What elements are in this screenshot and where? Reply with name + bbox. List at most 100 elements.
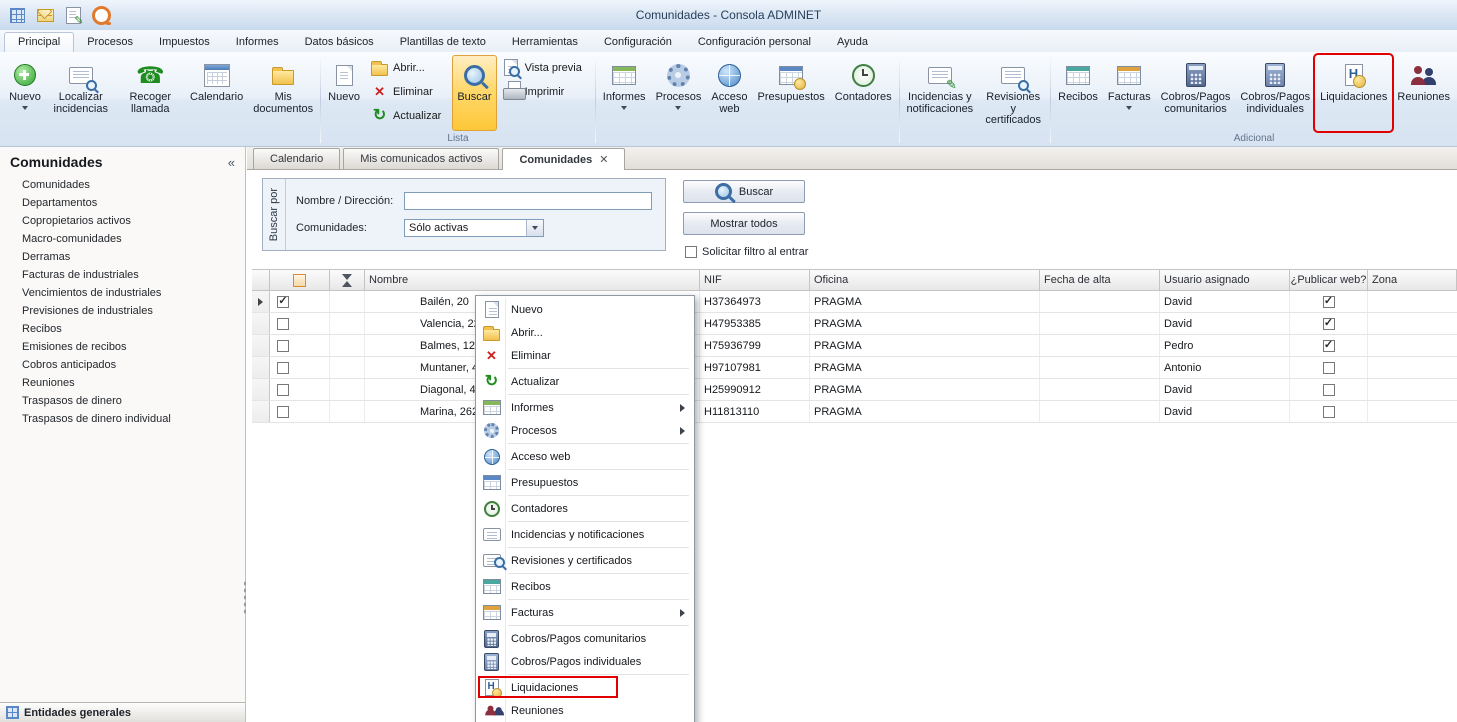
nuevo-quick-button[interactable]: Nuevo xyxy=(4,55,46,131)
presupuestos-button[interactable]: Presupuestos xyxy=(753,55,830,131)
context-menu-item-informes[interactable]: Informes xyxy=(478,396,692,419)
sidebar-item-recibos[interactable]: Recibos xyxy=(0,320,245,338)
sidebar-item-macro-comunidades[interactable]: Macro-comunidades xyxy=(0,230,245,248)
reuniones-button[interactable]: Reuniones xyxy=(1392,55,1455,131)
sidebar-item-comunidades[interactable]: Comunidades xyxy=(0,176,245,194)
sidebar-item-previsiones-de-industriales[interactable]: Previsiones de industriales xyxy=(0,302,245,320)
sidebar-item-traspasos-de-dinero-individual[interactable]: Traspasos de dinero individual xyxy=(0,410,245,428)
row-checkbox[interactable] xyxy=(277,406,289,418)
table-row[interactable]: Bailén, 20 H37364973 PRAGMA David xyxy=(252,291,1457,313)
tab-impuestos[interactable]: Impuestos xyxy=(146,33,223,52)
column-header-oficina[interactable]: Oficina xyxy=(810,270,1040,290)
solicitar-filtro-checkbox-row[interactable]: Solicitar filtro al entrar xyxy=(685,246,808,258)
doc-tab-comunidades[interactable]: Comunidades xyxy=(502,148,625,170)
mail-icon[interactable] xyxy=(34,4,56,26)
sidebar-item-departamentos[interactable]: Departamentos xyxy=(0,194,245,212)
sidebar-item-traspasos-de-dinero[interactable]: Traspasos de dinero xyxy=(0,392,245,410)
column-header-usuario-asignado[interactable]: Usuario asignado xyxy=(1160,270,1290,290)
calendario-button[interactable]: Calendario xyxy=(185,55,248,131)
solicitar-filtro-checkbox[interactable] xyxy=(685,246,697,258)
row-checkbox[interactable] xyxy=(277,384,289,396)
buscar-ribbon-button[interactable]: Buscar xyxy=(452,55,496,131)
row-checkbox[interactable] xyxy=(277,362,289,374)
name-address-input[interactable] xyxy=(404,192,652,210)
context-menu-item-eliminar[interactable]: Eliminar xyxy=(478,344,692,367)
communities-dropdown[interactable]: Sólo activas xyxy=(404,219,544,237)
tab-ayuda[interactable]: Ayuda xyxy=(824,33,881,52)
context-menu-item-liquidaciones[interactable]: Liquidaciones xyxy=(478,676,692,699)
nuevo-lista-button[interactable]: Nuevo xyxy=(323,55,365,131)
context-menu-item-cobros-pagos-individuales[interactable]: Cobros/Pagos individuales xyxy=(478,650,692,673)
recoger-llamada-button[interactable]: Recoger llamada xyxy=(116,55,186,131)
sidebar-item-facturas-de-industriales[interactable]: Facturas de industriales xyxy=(0,266,245,284)
context-menu-item-cobros-pagos-comunitarios[interactable]: Cobros/Pagos comunitarios xyxy=(478,627,692,650)
sidebar-item-cobros-anticipados[interactable]: Cobros anticipados xyxy=(0,356,245,374)
publicar-web-checkbox[interactable] xyxy=(1323,406,1335,418)
column-header-nif[interactable]: NIF xyxy=(700,270,810,290)
vista-previa-button[interactable]: Vista previa xyxy=(499,57,591,78)
tab-herramientas[interactable]: Herramientas xyxy=(499,33,591,52)
column-header-zona[interactable]: Zona xyxy=(1368,270,1456,290)
facturas-button[interactable]: Facturas xyxy=(1103,55,1156,131)
tab-configuracion-personal[interactable]: Configuración personal xyxy=(685,33,824,52)
publicar-web-checkbox[interactable] xyxy=(1323,362,1335,374)
localizar-incidencias-button[interactable]: Localizar incidencias xyxy=(46,55,116,131)
publicar-web-checkbox[interactable] xyxy=(1323,318,1335,330)
doc-tab-calendario[interactable]: Calendario xyxy=(253,148,340,169)
publicar-web-checkbox[interactable] xyxy=(1323,384,1335,396)
table-row[interactable]: Marina, 262 H11813110 PRAGMA David xyxy=(252,401,1457,423)
table-row[interactable]: Diagonal, 444 H25990912 PRAGMA David xyxy=(252,379,1457,401)
cobros-pagos-comunitarios-button[interactable]: Cobros/Pagos comunitarios xyxy=(1156,55,1236,131)
column-header-fecha-de-alta[interactable]: Fecha de alta xyxy=(1040,270,1160,290)
table-row[interactable]: Muntaner, 46 H97107981 PRAGMA Antonio xyxy=(252,357,1457,379)
mostrar-todos-button[interactable]: Mostrar todos xyxy=(683,212,805,235)
context-menu-item-actualizar[interactable]: Actualizar xyxy=(478,370,692,393)
context-menu-item-contadores[interactable]: Contadores xyxy=(478,497,692,520)
imprimir-button[interactable]: Imprimir xyxy=(499,81,591,102)
liquidaciones-button[interactable]: Liquidaciones xyxy=(1315,55,1392,131)
row-checkbox[interactable] xyxy=(277,296,289,308)
recibos-button[interactable]: Recibos xyxy=(1053,55,1103,131)
abrir-button[interactable]: Abrir... xyxy=(367,57,450,78)
context-menu-item-abrir[interactable]: Abrir... xyxy=(478,321,692,344)
incidencias-notificaciones-button[interactable]: Incidencias y notificaciones xyxy=(902,55,979,131)
revisiones-certificados-button[interactable]: Revisiones y certificados xyxy=(978,55,1048,131)
column-header-nombre[interactable]: Nombre xyxy=(365,270,700,290)
sidebar-footer-entidades-generales[interactable]: Entidades generales xyxy=(0,702,245,722)
tab-configuracion[interactable]: Configuración xyxy=(591,33,685,52)
contadores-button[interactable]: Contadores xyxy=(830,55,897,131)
procesos-button[interactable]: Procesos xyxy=(651,55,707,131)
note-edit-icon[interactable] xyxy=(62,4,84,26)
sidebar-item-derramas[interactable]: Derramas xyxy=(0,248,245,266)
chevron-down-icon[interactable] xyxy=(526,220,543,236)
app-grid-icon[interactable] xyxy=(6,4,28,26)
context-menu-item-nuevo[interactable]: Nuevo xyxy=(478,298,692,321)
close-tab-icon[interactable] xyxy=(599,150,608,170)
column-header-publicar-web[interactable]: ¿Publicar web? xyxy=(1290,270,1368,290)
informes-button[interactable]: Informes xyxy=(598,55,651,131)
sidebar-item-copropietarios-activos[interactable]: Copropietarios activos xyxy=(0,212,245,230)
buscar-button[interactable]: Buscar xyxy=(683,180,805,203)
row-checkbox[interactable] xyxy=(277,340,289,352)
eliminar-button[interactable]: Eliminar xyxy=(367,81,450,102)
table-row[interactable]: Balmes, 121 H75936799 PRAGMA Pedro xyxy=(252,335,1457,357)
sidebar-item-vencimientos-de-industriales[interactable]: Vencimientos de industriales xyxy=(0,284,245,302)
table-row[interactable]: Valencia, 220 H47953385 PRAGMA David xyxy=(252,313,1457,335)
context-menu-item-reuniones[interactable]: Reuniones xyxy=(478,699,692,722)
tab-plantillas-de-texto[interactable]: Plantillas de texto xyxy=(387,33,499,52)
context-menu-item-incidencias-y-notificaciones[interactable]: Incidencias y notificaciones xyxy=(478,523,692,546)
tab-datos-basicos[interactable]: Datos básicos xyxy=(292,33,387,52)
sidebar-item-emisiones-de-recibos[interactable]: Emisiones de recibos xyxy=(0,338,245,356)
actualizar-button[interactable]: Actualizar xyxy=(367,105,450,126)
doc-tab-mis-comunicados-activos[interactable]: Mis comunicados activos xyxy=(343,148,499,169)
publicar-web-checkbox[interactable] xyxy=(1323,296,1335,308)
context-menu-item-revisiones-y-certificados[interactable]: Revisiones y certificados xyxy=(478,549,692,572)
tab-procesos[interactable]: Procesos xyxy=(74,33,146,52)
row-checkbox[interactable] xyxy=(277,318,289,330)
publicar-web-checkbox[interactable] xyxy=(1323,340,1335,352)
tab-principal[interactable]: Principal xyxy=(4,32,74,52)
headset-icon[interactable] xyxy=(90,4,112,26)
context-menu-item-procesos[interactable]: Procesos xyxy=(478,419,692,442)
mis-documentos-button[interactable]: Mis documentos xyxy=(248,55,318,131)
context-menu-item-presupuestos[interactable]: Presupuestos xyxy=(478,471,692,494)
